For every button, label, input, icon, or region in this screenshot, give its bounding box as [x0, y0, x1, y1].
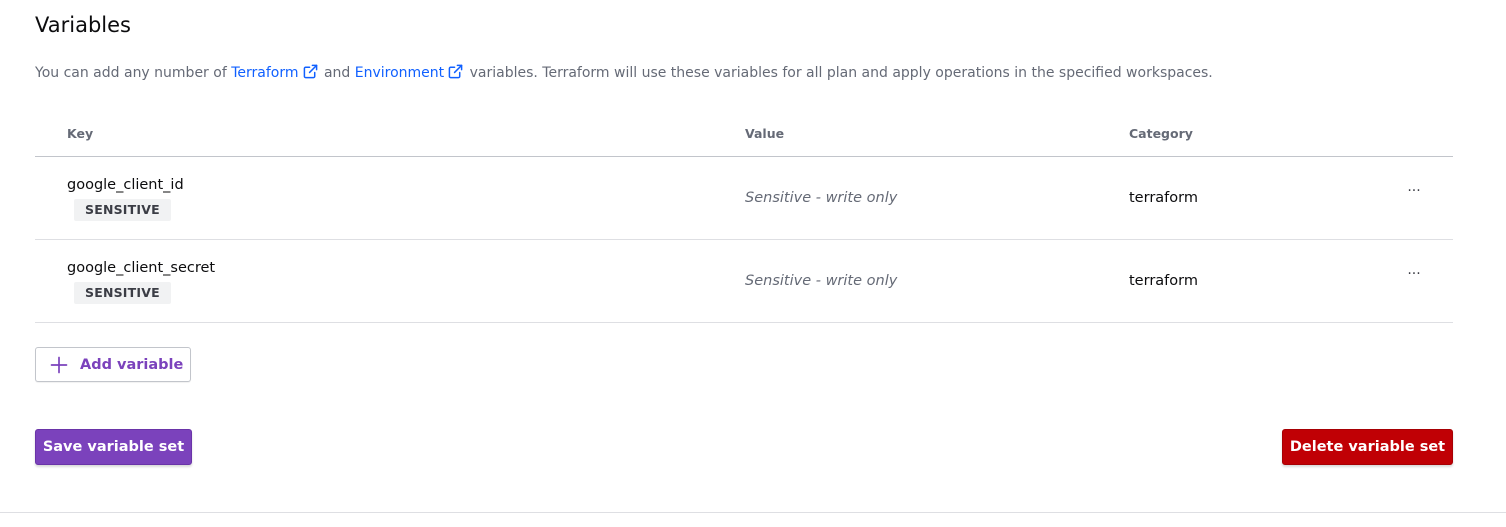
intro-prefix: You can add any number of: [35, 65, 232, 81]
external-link-icon[interactable]: [448, 64, 463, 79]
column-header-category: Category: [1129, 126, 1193, 141]
terraform-link-label[interactable]: Terraform: [231, 65, 298, 81]
environment-docs-link[interactable]: Environment: [355, 64, 465, 81]
column-header-key: Key: [67, 126, 94, 141]
intro-suffix: variables. Terraform will use these vari…: [465, 65, 1213, 81]
variable-value: Sensitive - write only: [745, 190, 898, 206]
sensitive-badge: SENSITIVE: [74, 199, 171, 221]
variable-key: google_client_secret: [67, 260, 216, 276]
terraform-docs-link[interactable]: Terraform: [231, 64, 319, 81]
plus-icon[interactable]: [50, 356, 68, 374]
variable-category: terraform: [1129, 190, 1198, 206]
intro-middle: and: [319, 65, 355, 81]
sensitive-badge: SENSITIVE: [74, 282, 171, 304]
save-variable-set-button[interactable]: Save variable set: [35, 429, 192, 465]
delete-variable-set-button[interactable]: Delete variable set: [1282, 429, 1453, 465]
variables-table: Key Value Category google_client_id SENS…: [35, 112, 1453, 323]
variable-value: Sensitive - write only: [745, 273, 898, 289]
more-horizontal-icon[interactable]: ···: [1399, 183, 1429, 207]
environment-link-label[interactable]: Environment: [355, 65, 444, 81]
divider: [0, 512, 1506, 513]
external-link-icon[interactable]: [303, 64, 318, 79]
variable-key: google_client_id: [67, 177, 184, 193]
add-variable-button[interactable]: Add variable: [35, 347, 191, 382]
column-header-value: Value: [745, 126, 785, 141]
table-row: google_client_secret SENSITIVE Sensitive…: [35, 240, 1453, 323]
table-header: Key Value Category: [35, 112, 1453, 157]
more-horizontal-icon[interactable]: ···: [1399, 266, 1429, 290]
intro-text: You can add any number of Terraform and …: [35, 63, 1213, 83]
table-row: google_client_id SENSITIVE Sensitive - w…: [35, 157, 1453, 240]
add-variable-label[interactable]: Add variable: [80, 357, 183, 373]
variable-category: terraform: [1129, 273, 1198, 289]
page-title: Variables: [35, 13, 131, 37]
